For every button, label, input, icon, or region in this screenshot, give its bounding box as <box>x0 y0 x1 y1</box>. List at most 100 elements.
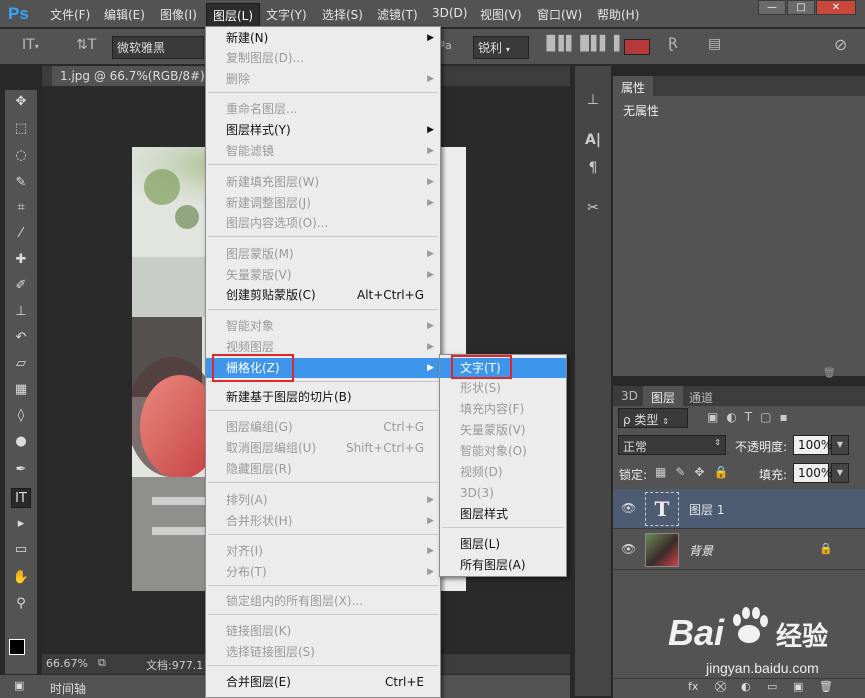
menu-item-group-layers[interactable]: 图层编组(G) Ctrl+G <box>206 417 440 437</box>
submenu-item-3d[interactable]: 3D(3) <box>440 483 566 503</box>
submenu-item-fill-content[interactable]: 填充内容(F) <box>440 399 566 419</box>
menu-item-ungroup-layers[interactable]: 取消图层编组(U) Shift+Ctrl+G <box>206 438 440 458</box>
submenu-item-vector-mask[interactable]: 矢量蒙版(V) <box>440 420 566 440</box>
type-tool-preset-icon[interactable]: IT▾ <box>22 37 39 53</box>
menu-view[interactable]: 视图(V) <box>480 6 522 23</box>
menu-type[interactable]: 文字(Y) <box>266 6 307 23</box>
menu-item-duplicate-layer[interactable]: 复制图层(D)... <box>206 48 440 68</box>
healing-brush-icon[interactable]: ✚ <box>11 250 31 270</box>
panel-trash-icon[interactable]: 🗑 <box>823 368 836 379</box>
tool-presets-icon[interactable]: ✂ <box>579 196 607 220</box>
layer-name[interactable]: 图层 1 <box>689 501 724 518</box>
path-select-icon[interactable]: ▸ <box>11 514 31 534</box>
clone-stamp-icon[interactable]: ⊥ <box>11 302 31 322</box>
quick-select-icon[interactable]: ✎ <box>11 173 31 193</box>
layer-row-text[interactable]: 👁 T 图层 1 <box>613 489 865 529</box>
history-panel-icon[interactable]: ⊥ <box>579 88 607 112</box>
menu-layer[interactable]: 图层(L) <box>206 3 261 27</box>
menu-item-new-layer-based-slice[interactable]: 新建基于图层的切片(B) <box>206 387 440 407</box>
lasso-tool-icon[interactable]: ◌ <box>11 146 31 166</box>
menu-item-layer-mask[interactable]: 图层蒙版(M) ▶ <box>206 244 440 264</box>
layer-row-background[interactable]: 👁 背景 🔒 <box>613 530 865 570</box>
menu-item-link-layers[interactable]: 链接图层(K) <box>206 621 440 641</box>
submenu-item-smart-object[interactable]: 智能对象(O) <box>440 441 566 461</box>
submenu-item-all-layers[interactable]: 所有图层(A) <box>440 555 566 575</box>
submenu-item-video[interactable]: 视频(D) <box>440 462 566 482</box>
maximize-button[interactable]: □ <box>787 0 815 15</box>
zoom-tool-icon[interactable]: ⚲ <box>11 594 31 614</box>
font-family-select[interactable]: 微软雅黑 <box>112 36 204 59</box>
menu-item-delete[interactable]: 删除 ▶ <box>206 69 440 89</box>
foreground-color-swatch[interactable] <box>9 639 25 655</box>
paragraph-panel-icon[interactable]: ¶ <box>579 156 607 180</box>
menu-item-new-fill-layer[interactable]: 新建填充图层(W) ▶ <box>206 172 440 192</box>
eraser-tool-icon[interactable]: ▱ <box>11 354 31 374</box>
menu-item-combine-shapes[interactable]: 合并形状(H) ▶ <box>206 511 440 531</box>
tab-channels[interactable]: 通道 <box>681 386 721 406</box>
type-tool-icon[interactable]: IT <box>11 488 31 508</box>
menu-3d[interactable]: 3D(D) <box>432 6 467 20</box>
antialias-select[interactable]: 锐利 ▾ <box>473 36 529 59</box>
zoom-level[interactable]: 66.67% <box>46 657 88 670</box>
text-color-swatch[interactable] <box>624 39 650 55</box>
toggle-orientation-icon[interactable]: ⇅T <box>76 37 96 53</box>
menu-item-merge-layers[interactable]: 合并图层(E) Ctrl+E <box>206 672 440 692</box>
submenu-item-layer[interactable]: 图层(L) <box>440 534 566 554</box>
visibility-eye-icon[interactable]: 👁 <box>621 501 637 515</box>
tab-properties[interactable]: 属性 <box>613 76 654 96</box>
menu-item-new-adjustment-layer[interactable]: 新建调整图层(J) ▶ <box>206 193 440 213</box>
history-brush-icon[interactable]: ↶ <box>11 328 31 348</box>
blur-tool-icon[interactable]: ◊ <box>11 406 31 426</box>
menu-item-lock-all-layers[interactable]: 锁定组内的所有图层(X)... <box>206 591 440 611</box>
filter-type-icons[interactable]: ▣◐T▢▪ <box>707 410 796 424</box>
menu-item-create-clipping-mask[interactable]: 创建剪贴蒙版(C) Alt+Ctrl+G <box>206 285 440 305</box>
status-share-icon[interactable]: ⧉ <box>98 656 106 670</box>
align-center-icon[interactable]: ▌▐▌ <box>566 36 594 52</box>
menu-item-hide-layers[interactable]: 隐藏图层(R) <box>206 459 440 479</box>
menu-item-smart-object[interactable]: 智能对象 ▶ <box>206 316 440 336</box>
fill-dropdown-icon[interactable]: ▼ <box>831 463 849 483</box>
lock-icons[interactable]: ▦✎✥🔒 <box>655 465 737 479</box>
pen-tool-icon[interactable]: ✒ <box>11 460 31 480</box>
layer-name[interactable]: 背景 <box>689 542 713 559</box>
character-panel-icon[interactable]: A| <box>579 128 607 152</box>
timeline-icon[interactable]: ▣ <box>14 679 24 692</box>
menu-item-distribute[interactable]: 分布(T) ▶ <box>206 562 440 582</box>
menu-edit[interactable]: 编辑(E) <box>104 6 145 23</box>
menu-item-layer-content-options[interactable]: 图层内容选项(O)... <box>206 213 440 233</box>
menu-item-layer-style[interactable]: 图层样式(Y) ▶ <box>206 120 440 140</box>
align-right-icon[interactable]: ▌▌▐ <box>591 36 619 52</box>
opacity-input[interactable]: 100% <box>793 435 832 455</box>
tab-layers[interactable]: 图层 <box>643 386 684 406</box>
visibility-eye-icon[interactable]: 👁 <box>621 542 637 556</box>
layer-filter-select[interactable]: ρ 类型 ⇕ <box>618 408 688 428</box>
crop-tool-icon[interactable]: ⌗ <box>11 198 31 218</box>
align-left-icon[interactable]: ▐▌▌ <box>541 36 569 52</box>
shape-tool-icon[interactable]: ▭ <box>11 540 31 560</box>
warp-text-icon[interactable]: Ɽ <box>668 36 678 52</box>
menu-help[interactable]: 帮助(H) <box>597 6 639 23</box>
menu-select[interactable]: 选择(S) <box>322 6 363 23</box>
dodge-tool-icon[interactable]: ● <box>11 432 31 452</box>
submenu-item-shape[interactable]: 形状(S) <box>440 378 566 398</box>
timeline-label[interactable]: 时间轴 <box>50 680 86 697</box>
move-tool-icon[interactable]: ✥ <box>11 92 31 112</box>
menu-item-align[interactable]: 对齐(I) ▶ <box>206 541 440 561</box>
close-button[interactable]: ✕ <box>816 0 856 15</box>
submenu-item-layer-style[interactable]: 图层样式 <box>440 504 566 524</box>
eyedropper-icon[interactable]: ⁄ <box>11 224 31 244</box>
menu-window[interactable]: 窗口(W) <box>537 6 582 23</box>
menu-item-smart-filter[interactable]: 智能滤镜 ▶ <box>206 141 440 161</box>
doc-info[interactable]: 文档:977.1 <box>146 657 203 673</box>
blend-mode-select[interactable]: 正常 ⇕ <box>618 435 726 455</box>
menu-filter[interactable]: 滤镜(T) <box>377 6 418 23</box>
cancel-icon[interactable]: ⊘ <box>834 35 847 54</box>
menu-image[interactable]: 图像(I) <box>160 6 197 23</box>
marquee-tool-icon[interactable]: ⬚ <box>11 119 31 139</box>
menu-item-new[interactable]: 新建(N) ▶ <box>206 28 440 48</box>
opacity-dropdown-icon[interactable]: ▼ <box>831 435 849 455</box>
tab-3d[interactable]: 3D <box>613 386 646 406</box>
menu-item-vector-mask[interactable]: 矢量蒙版(V) ▶ <box>206 265 440 285</box>
fill-input[interactable]: 100% <box>793 463 832 483</box>
menu-item-select-linked-layers[interactable]: 选择链接图层(S) <box>206 642 440 662</box>
